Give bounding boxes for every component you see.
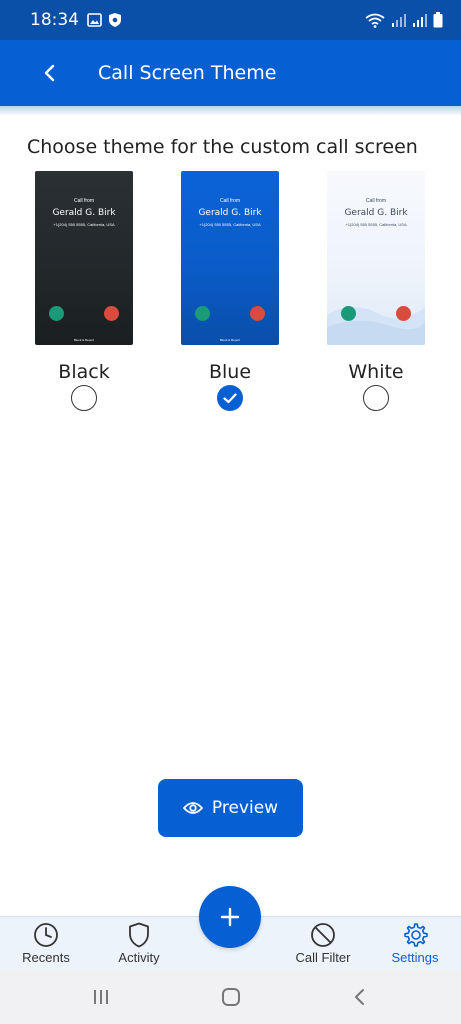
thumb-block-label: Block & Report — [73, 338, 94, 342]
page-title: Call Screen Theme — [98, 62, 277, 84]
thumb-call-from: Call from — [219, 198, 240, 204]
thumb-caller-name: Gerald G. Birk — [344, 208, 408, 218]
thumb-caller-phone: +1(204) 550 5555, California, USA — [345, 222, 407, 227]
thumb-caller-name: Gerald G. Birk — [52, 208, 116, 218]
theme-thumbnail-white[interactable]: Call from Gerald G. Birk +1(204) 550 555… — [327, 171, 425, 345]
status-time: 18:34 — [30, 10, 79, 30]
nav-label-settings: Settings — [391, 950, 439, 965]
thumb-caller-name: Gerald G. Birk — [198, 208, 262, 218]
nav-label-recents: Recents — [22, 950, 70, 965]
thumb-caller-phone: +1(204) 550 5555, California, USA — [53, 222, 115, 227]
thumb-block-label: Block & Report — [219, 338, 240, 342]
thumb-call-from: Call from — [73, 198, 94, 204]
nav-item-activity[interactable]: Activity — [108, 917, 170, 971]
thumb-decline-icon — [104, 306, 119, 321]
gallery-icon — [87, 13, 102, 27]
theme-label-blue: Blue — [208, 361, 252, 383]
app-bar: Call Screen Theme — [0, 40, 461, 106]
nav-item-call-filter[interactable]: Call Filter — [290, 917, 356, 971]
plus-icon — [220, 907, 240, 927]
back-arrow-icon — [44, 64, 55, 82]
home-button[interactable] — [216, 982, 246, 1012]
thumb-accept-icon — [341, 306, 356, 321]
theme-radio-black[interactable] — [71, 385, 97, 411]
shield-icon — [129, 922, 149, 948]
nav-label-call-filter: Call Filter — [295, 950, 351, 965]
back-button[interactable] — [25, 48, 75, 98]
battery-icon — [433, 12, 443, 28]
signal-icon — [392, 13, 406, 27]
clock-icon — [34, 923, 58, 947]
add-button[interactable] — [199, 886, 261, 948]
nav-label-activity: Activity — [118, 950, 160, 965]
shield-phone-icon — [109, 13, 121, 27]
theme-label-black: Black — [58, 361, 110, 383]
status-bar: 18:34 — [0, 0, 461, 40]
theme-option-black[interactable]: Call from Gerald G. Birk +1(204) 550 555… — [34, 171, 134, 411]
gear-icon — [404, 923, 428, 947]
preview-button-label: Preview — [211, 798, 279, 818]
preview-button[interactable]: Preview — [158, 779, 303, 837]
wifi-icon — [365, 13, 385, 28]
theme-label-white: White — [348, 361, 404, 383]
theme-thumbnail-black[interactable]: Call from Gerald G. Birk +1(204) 550 555… — [35, 171, 133, 345]
thumb-call-from: Call from — [365, 198, 386, 204]
recent-apps-button[interactable] — [86, 982, 116, 1012]
eye-icon — [182, 802, 203, 814]
theme-radio-white[interactable] — [363, 385, 389, 411]
section-heading: Choose theme for the custom call screen — [27, 136, 418, 158]
nav-item-settings[interactable]: Settings — [386, 917, 444, 971]
thumb-caller-phone: +1(204) 550 5555, California, USA — [199, 222, 261, 227]
recent-apps-icon — [94, 990, 108, 1004]
app-bar-shadow — [0, 106, 461, 116]
thumb-accept-icon — [195, 306, 210, 321]
checkmark-icon — [223, 392, 237, 403]
signal-icon-2 — [413, 13, 427, 27]
thumb-decline-icon — [250, 306, 265, 321]
system-back-button[interactable] — [345, 982, 375, 1012]
thumb-decline-icon — [396, 306, 411, 321]
theme-thumbnail-blue[interactable]: Call from Gerald G. Birk +1(204) 550 555… — [181, 171, 279, 345]
theme-option-blue[interactable]: Call from Gerald G. Birk +1(204) 550 555… — [180, 171, 280, 411]
theme-option-white[interactable]: Call from Gerald G. Birk +1(204) 550 555… — [326, 171, 426, 411]
theme-radio-blue[interactable] — [217, 385, 243, 411]
system-navigation-bar — [0, 970, 461, 1024]
block-icon — [311, 923, 335, 947]
thumb-accept-icon — [49, 306, 64, 321]
home-icon — [222, 988, 240, 1006]
nav-item-recents[interactable]: Recents — [14, 917, 78, 971]
system-back-icon — [355, 989, 364, 1005]
